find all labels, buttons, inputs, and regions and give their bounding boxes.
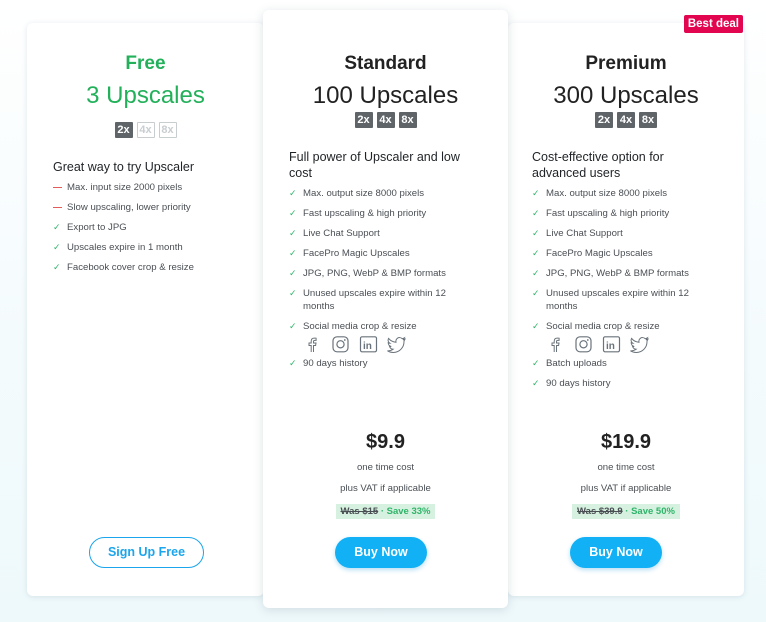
svg-text:in: in [363, 341, 372, 352]
feature-item: ✓ Live Chat Support [532, 228, 623, 239]
feature-item: ✓ JPG, PNG, WebP & BMP formats [289, 268, 446, 279]
plan-name: Free [125, 53, 166, 74]
feature-item: — Max. input size 2000 pixels [53, 182, 183, 193]
price-cost-note: one time cost [356, 462, 415, 473]
scale-2x-badge: 2x [114, 122, 133, 138]
plan-upscale-count: 3 Upscales [86, 82, 205, 109]
scale-4x-badge: 4x [617, 112, 635, 128]
facebook-icon [546, 336, 565, 353]
plan-price: $9.9 [366, 431, 405, 453]
social-icons: in [546, 336, 732, 354]
dash-icon: — [53, 202, 62, 212]
scale-8x-badge: 8x [398, 112, 417, 128]
feature-item: ✓ Live Chat Support [289, 228, 380, 239]
scale-2x-badge: 2x [595, 112, 613, 128]
check-icon: ✓ [53, 242, 61, 252]
scale-options: 2x 4x 8x [508, 112, 744, 128]
old-price: Was $15 [340, 506, 379, 517]
plan-card-free: Free 3 Upscales 2x 4x 8x Great way to tr… [27, 23, 264, 596]
check-icon: ✓ [289, 188, 297, 198]
instagram-icon [331, 336, 350, 353]
check-icon: ✓ [532, 228, 540, 238]
feature-item: ✓ Fast upscaling & high priority [289, 208, 427, 219]
price-vat-note: plus VAT if applicable [580, 483, 672, 494]
price-vat-note: plus VAT if applicable [340, 483, 431, 494]
feature-list: — Max. input size 2000 pixels — Slow upsca… [53, 181, 248, 274]
scale-8x-badge: 8x [639, 112, 657, 128]
discount-badge: Was $39.9 · Save 50% [508, 501, 744, 519]
check-icon: ✓ [289, 321, 297, 331]
plan-card-premium: Premium 300 Upscales 2x 4x 8x Cost-effec… [508, 23, 744, 596]
check-icon: ✓ [289, 268, 297, 278]
check-icon: ✓ [532, 268, 540, 278]
plan-price: $19.9 [600, 431, 652, 453]
price-cost-note: one time cost [597, 462, 655, 473]
twitter-icon [387, 336, 407, 354]
feature-item: ✓ FacePro Magic Upscales [289, 248, 410, 259]
feature-item: ✓ Batch uploads [532, 358, 607, 369]
plan-description: Great way to try Upscaler [53, 160, 195, 174]
svg-text:in: in [606, 341, 615, 352]
check-icon: ✓ [532, 321, 540, 331]
dash-icon: — [53, 182, 62, 192]
check-icon: ✓ [289, 208, 297, 218]
feature-item: ✓ JPG, PNG, WebP & BMP formats [532, 268, 689, 279]
check-icon: ✓ [532, 378, 540, 388]
linkedin-icon: in [602, 336, 621, 353]
plan-upscale-count: 300 Upscales [553, 82, 699, 109]
feature-item: ✓ FacePro Magic Upscales [532, 248, 653, 259]
best-deal-badge: Best deal [683, 15, 743, 33]
discount-badge: Was $15 · Save 33% [263, 501, 508, 519]
old-price: Was $39.9 [577, 506, 623, 517]
plan-description: Cost-effective option for advanced users [532, 150, 664, 180]
plan-upscale-count: 100 Upscales [312, 82, 459, 109]
check-icon: ✓ [289, 248, 297, 258]
plan-card-standard: Standard 100 Upscales 2x 4x 8x Full powe… [263, 10, 508, 608]
feature-list: ✓ Max. output size 8000 pixels ✓ Fast upsc… [532, 187, 732, 390]
buy-now-button[interactable]: Buy Now [570, 537, 662, 568]
facebook-icon [303, 336, 322, 353]
sign-up-free-button[interactable]: Sign Up Free [89, 537, 204, 568]
check-icon: ✓ [532, 188, 540, 198]
scale-4x-badge: 4x [136, 122, 155, 138]
feature-item: — Slow upscaling, lower priority [53, 202, 191, 213]
feature-list: ✓ Max. output size 8000 pixels ✓ Fast upsc… [289, 187, 489, 370]
check-icon: ✓ [532, 288, 540, 298]
feature-item: ✓ Max. output size 8000 pixels [532, 188, 668, 199]
scale-options: 2x 4x 8x [27, 122, 264, 138]
scale-8x-badge: 8x [158, 122, 177, 138]
check-icon: ✓ [532, 208, 540, 218]
social-icons: in [303, 336, 489, 354]
scale-4x-badge: 4x [376, 112, 395, 128]
check-icon: ✓ [532, 248, 540, 258]
check-icon: ✓ [532, 358, 540, 368]
feature-item: ✓ Unused upscales expire within 12 months [289, 288, 446, 312]
feature-item: ✓ 90 days history [289, 358, 368, 369]
check-icon: ✓ [53, 262, 61, 272]
check-icon: ✓ [289, 228, 297, 238]
linkedin-icon: in [359, 336, 378, 353]
plan-name: Premium [585, 53, 667, 74]
scale-2x-badge: 2x [354, 112, 373, 128]
savings-text: · Save 33% [378, 506, 431, 517]
savings-text: · Save 50% [622, 506, 675, 517]
plan-description: Full power of Upscaler and low cost [289, 150, 460, 180]
buy-now-button[interactable]: Buy Now [335, 537, 427, 568]
feature-item: ✓ Upscales expire in 1 month [53, 242, 183, 253]
feature-item: ✓ Fast upscaling & high priority [532, 208, 670, 219]
feature-item: ✓ Social media crop & resize in [532, 320, 732, 354]
feature-item: ✓ Unused upscales expire within 12 months [532, 288, 689, 312]
check-icon: ✓ [289, 288, 297, 298]
feature-item: ✓ Max. output size 8000 pixels [289, 188, 425, 199]
check-icon: ✓ [53, 222, 61, 232]
scale-options: 2x 4x 8x [263, 112, 508, 128]
feature-item: ✓ Facebook cover crop & resize [53, 262, 194, 273]
instagram-icon [574, 336, 593, 353]
feature-item: ✓ Export to JPG [53, 222, 127, 233]
check-icon: ✓ [289, 358, 297, 368]
plan-name: Standard [344, 53, 427, 74]
feature-item: ✓ Social media crop & resize in [289, 320, 489, 354]
feature-item: ✓ 90 days history [532, 378, 611, 389]
twitter-icon [630, 336, 650, 354]
